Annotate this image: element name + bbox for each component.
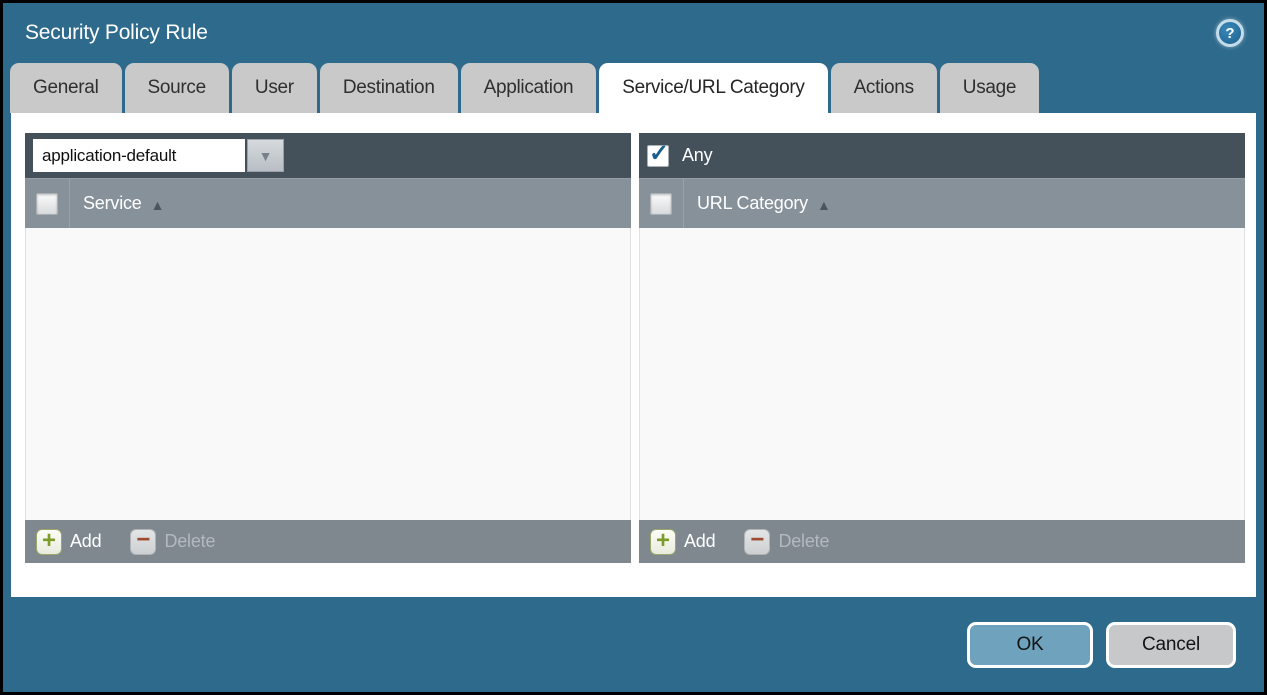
url-category-any-label: Any — [682, 145, 712, 166]
url-category-panel-footer: + Add − Delete — [639, 520, 1245, 563]
dialog-title: Security Policy Rule — [25, 21, 208, 45]
tab-usage[interactable]: Usage — [940, 63, 1039, 113]
service-column-title[interactable]: Service — [83, 193, 142, 214]
tab-service-url-category[interactable]: Service/URL Category — [599, 63, 827, 113]
titlebar: Security Policy Rule ? — [3, 3, 1264, 63]
url-category-add-button[interactable]: + Add — [650, 529, 715, 555]
url-category-table-body[interactable] — [639, 228, 1245, 520]
tab-application[interactable]: Application — [461, 63, 597, 113]
url-category-any-row: ✓ Any — [647, 145, 712, 167]
url-category-add-label: Add — [684, 531, 715, 552]
url-category-any-checkbox[interactable]: ✓ — [647, 145, 669, 167]
sort-ascending-icon: ▲ — [151, 197, 165, 213]
tab-general[interactable]: General — [10, 63, 122, 113]
tab-user[interactable]: User — [232, 63, 317, 113]
tab-source[interactable]: Source — [125, 63, 229, 113]
service-delete-button[interactable]: − Delete — [130, 529, 215, 555]
dialog-action-bar: OK Cancel — [3, 597, 1264, 692]
service-panel: ▼ ✓ Service ▲ + Add — [25, 133, 631, 563]
url-category-select-all-cell: ✓ — [639, 179, 684, 228]
ok-button[interactable]: OK — [967, 622, 1093, 668]
url-category-table-header: ✓ URL Category ▲ — [639, 178, 1245, 228]
service-select-all-checkbox[interactable]: ✓ — [36, 193, 58, 215]
security-policy-rule-dialog: Security Policy Rule ? General Source Us… — [0, 0, 1267, 695]
delete-icon: − — [130, 529, 156, 555]
chevron-down-icon: ▼ — [259, 148, 273, 164]
tab-content: ▼ ✓ Service ▲ + Add — [11, 113, 1256, 597]
add-icon: + — [36, 529, 62, 555]
service-select-all-cell: ✓ — [25, 179, 70, 228]
service-table-body[interactable] — [25, 228, 631, 520]
service-table-header: ✓ Service ▲ — [25, 178, 631, 228]
tab-destination[interactable]: Destination — [320, 63, 458, 113]
service-type-dropdown[interactable]: ▼ — [33, 139, 284, 172]
delete-icon: − — [744, 529, 770, 555]
url-category-panel: ✓ Any ✓ URL Category ▲ + — [639, 133, 1245, 563]
service-type-dropdown-value[interactable] — [33, 139, 245, 172]
url-category-delete-label: Delete — [778, 531, 829, 552]
service-delete-label: Delete — [164, 531, 215, 552]
tab-bar: General Source User Destination Applicat… — [3, 63, 1264, 113]
url-category-panel-topbar: ✓ Any — [639, 133, 1245, 178]
service-type-dropdown-button[interactable]: ▼ — [247, 139, 284, 172]
add-icon: + — [650, 529, 676, 555]
service-panel-footer: + Add − Delete — [25, 520, 631, 563]
tab-actions[interactable]: Actions — [831, 63, 937, 113]
url-category-delete-button[interactable]: − Delete — [744, 529, 829, 555]
sort-ascending-icon: ▲ — [817, 197, 831, 213]
service-add-label: Add — [70, 531, 101, 552]
cancel-button[interactable]: Cancel — [1106, 622, 1236, 668]
help-icon[interactable]: ? — [1216, 19, 1244, 47]
service-add-button[interactable]: + Add — [36, 529, 101, 555]
url-category-column-title[interactable]: URL Category — [697, 193, 808, 214]
url-category-select-all-checkbox[interactable]: ✓ — [650, 193, 672, 215]
help-icon-glyph: ? — [1225, 25, 1234, 42]
service-panel-topbar: ▼ — [25, 133, 631, 178]
